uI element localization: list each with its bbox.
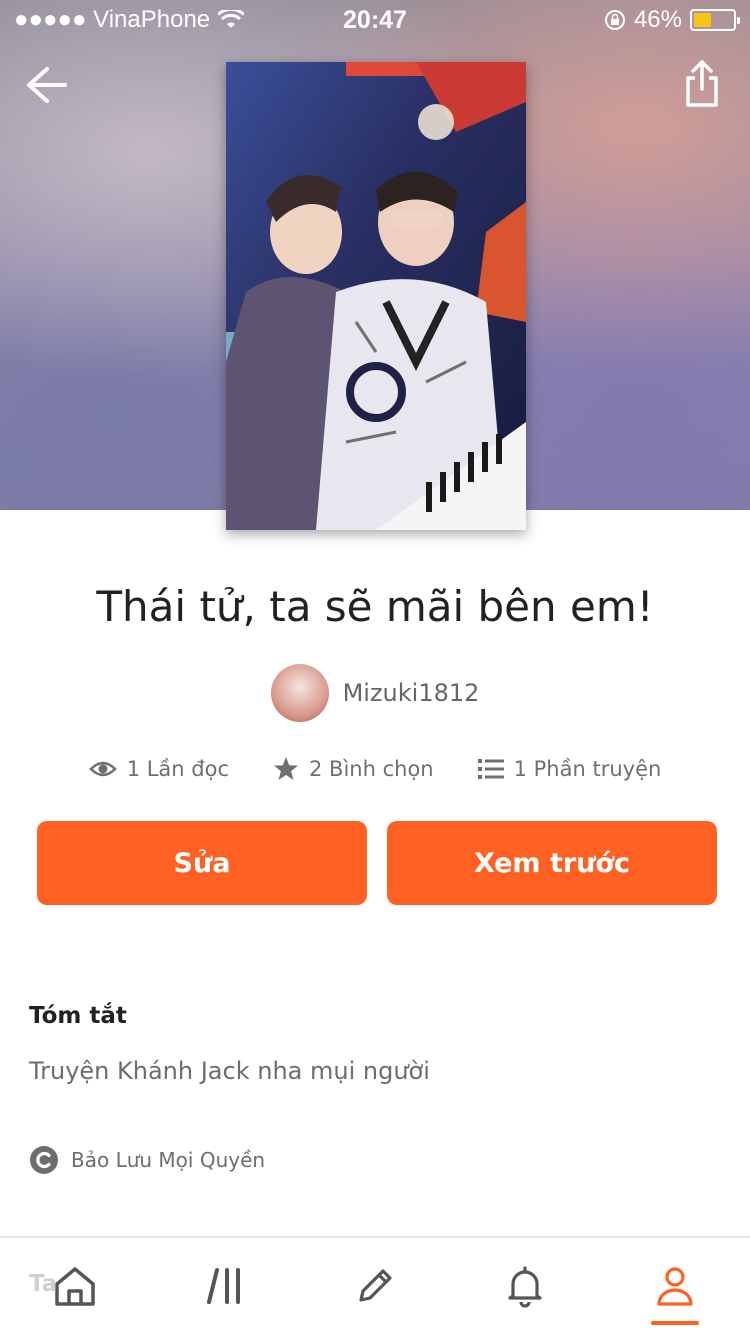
user-icon bbox=[657, 1267, 693, 1306]
reads-count: 1 Lần đọc bbox=[126, 757, 230, 781]
cover-photo bbox=[226, 62, 526, 530]
tab-write[interactable] bbox=[325, 1241, 425, 1331]
status-left: ●●●●● VinaPhone bbox=[14, 6, 314, 34]
votes-stat: 2 Bình chọn bbox=[273, 756, 434, 782]
bell-icon bbox=[508, 1266, 542, 1308]
author-row[interactable]: Mizuki1812 bbox=[0, 664, 750, 722]
tab-library[interactable] bbox=[175, 1241, 275, 1331]
battery-icon bbox=[690, 9, 740, 31]
copyright-text: Bảo Lưu Mọi Quyền bbox=[71, 1148, 266, 1172]
wifi-icon bbox=[218, 10, 245, 28]
list-icon bbox=[477, 759, 504, 779]
tab-notifications[interactable] bbox=[475, 1241, 575, 1331]
share-button[interactable] bbox=[680, 56, 724, 112]
battery-percent: 46% bbox=[633, 6, 682, 33]
bottom-tab-bar bbox=[0, 1236, 750, 1334]
parts-stat: 1 Phần truyện bbox=[477, 757, 662, 781]
next-section-heading-peek: Ta bbox=[29, 1271, 58, 1297]
library-icon bbox=[207, 1268, 240, 1304]
share-icon bbox=[686, 60, 718, 107]
back-button[interactable] bbox=[22, 60, 72, 110]
preview-button[interactable]: Xem trước bbox=[387, 821, 717, 905]
copyright-row: Bảo Lưu Mọi Quyền bbox=[29, 1145, 265, 1175]
arrow-left-icon bbox=[27, 67, 67, 103]
home-icon bbox=[55, 1267, 95, 1306]
summary-text: Truyện Khánh Jack nha mụi người bbox=[29, 1057, 430, 1085]
author-name[interactable]: Mizuki1812 bbox=[343, 679, 480, 707]
story-cover-image bbox=[226, 62, 526, 530]
star-icon bbox=[274, 757, 299, 780]
tab-profile[interactable] bbox=[625, 1241, 725, 1331]
avatar[interactable] bbox=[270, 664, 329, 722]
status-bar: ●●●●● VinaPhone 20:47 46% bbox=[0, 0, 750, 40]
edit-button[interactable]: Sửa bbox=[37, 821, 367, 905]
rotation-lock-icon bbox=[604, 10, 625, 30]
active-tab-indicator bbox=[651, 1321, 699, 1325]
reads-stat: 1 Lần đọc bbox=[88, 757, 230, 781]
pencil-icon bbox=[359, 1269, 392, 1302]
votes-count: 2 Bình chọn bbox=[309, 757, 434, 781]
battery-fill bbox=[694, 13, 712, 27]
parts-count: 1 Phần truyện bbox=[513, 757, 662, 781]
copyright-icon bbox=[30, 1146, 58, 1174]
eye-icon bbox=[88, 761, 117, 777]
carrier-label: ●●●●● VinaPhone bbox=[14, 6, 211, 33]
summary-heading: Tóm tắt bbox=[29, 1003, 127, 1029]
status-right: 46% bbox=[436, 6, 740, 34]
status-time: 20:47 bbox=[343, 5, 407, 34]
story-stats: 1 Lần đọc 2 Bình chọn 1 Phần truyện bbox=[0, 756, 750, 782]
story-title: Thái tử, ta sẽ mãi bên em! bbox=[96, 582, 654, 631]
